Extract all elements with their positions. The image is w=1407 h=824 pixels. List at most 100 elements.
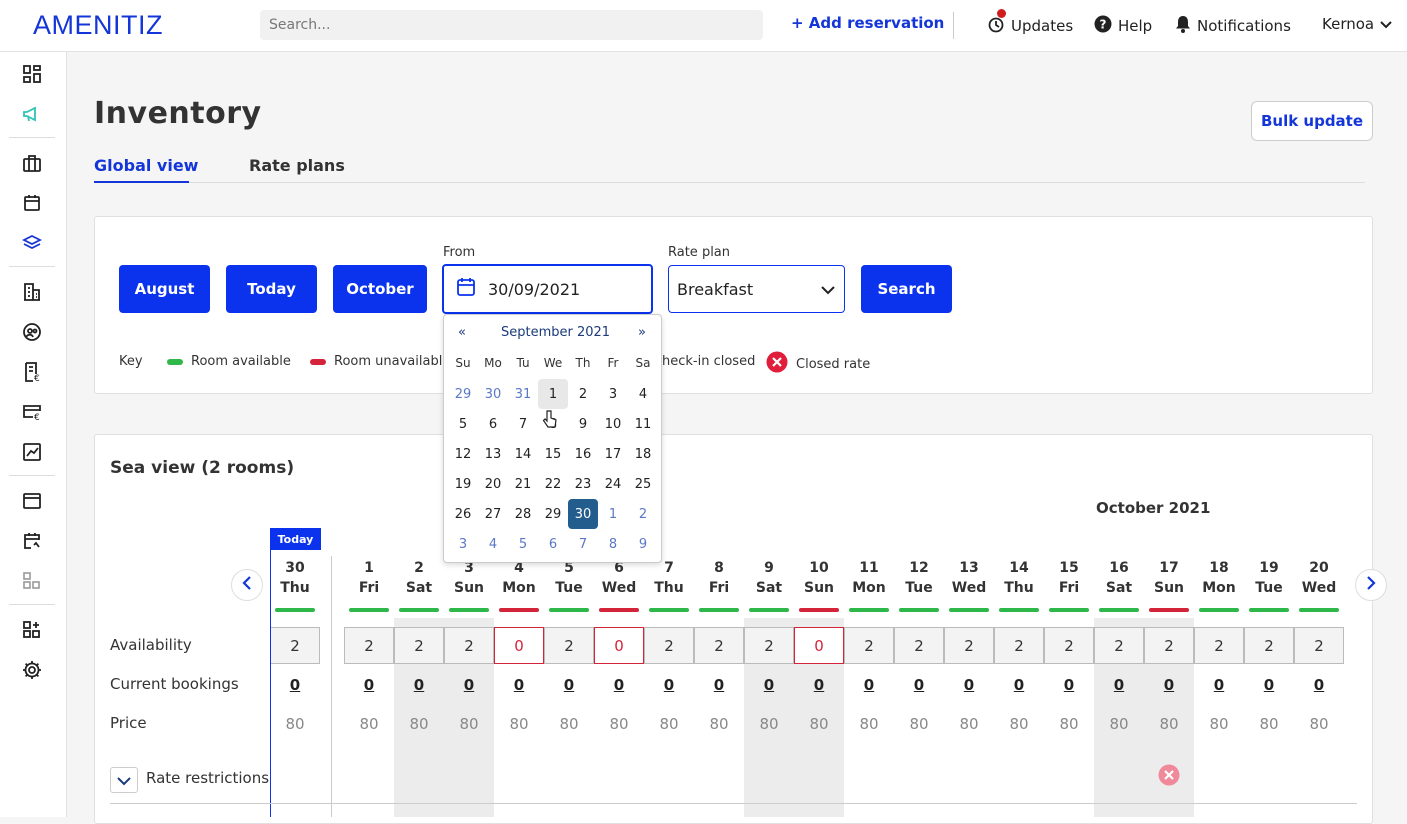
price-cell[interactable]: 80 bbox=[794, 715, 844, 733]
bookings-cell[interactable]: 0 bbox=[1094, 676, 1144, 694]
bookings-cell[interactable]: 0 bbox=[544, 676, 594, 694]
calendar-day[interactable]: 29 bbox=[538, 499, 568, 529]
from-date-field[interactable]: 30/09/2021 bbox=[442, 264, 653, 314]
calendar-day[interactable]: 6 bbox=[538, 529, 568, 559]
availability-cell[interactable]: 2 bbox=[894, 627, 944, 664]
invoice-icon[interactable]: € bbox=[22, 362, 42, 382]
price-cell[interactable]: 80 bbox=[1194, 715, 1244, 733]
building-icon[interactable] bbox=[22, 282, 42, 302]
calendar-day[interactable]: 9 bbox=[568, 409, 598, 439]
prev-month-button[interactable]: « bbox=[458, 325, 466, 340]
price-cell[interactable]: 80 bbox=[1294, 715, 1344, 733]
calendar-day[interactable]: 13 bbox=[478, 439, 508, 469]
calendar-day[interactable]: 30 bbox=[478, 379, 508, 409]
user-menu[interactable]: Kernoa bbox=[1322, 15, 1392, 33]
logo[interactable]: AMENITIZ bbox=[33, 10, 163, 41]
calendar-day[interactable]: 25 bbox=[628, 469, 658, 499]
price-cell[interactable]: 80 bbox=[644, 715, 694, 733]
calendar-day[interactable]: 2 bbox=[568, 379, 598, 409]
search-input[interactable] bbox=[260, 10, 763, 40]
availability-cell[interactable]: 2 bbox=[644, 627, 694, 664]
bookings-cell[interactable]: 0 bbox=[944, 676, 994, 694]
updates-link[interactable]: Updates bbox=[987, 15, 1073, 37]
availability-cell[interactable]: 2 bbox=[1044, 627, 1094, 664]
price-cell[interactable]: 80 bbox=[1094, 715, 1144, 733]
price-cell[interactable]: 80 bbox=[444, 715, 494, 733]
availability-cell[interactable]: 2 bbox=[544, 627, 594, 664]
calendar-day[interactable]: 24 bbox=[598, 469, 628, 499]
bookings-cell[interactable]: 0 bbox=[594, 676, 644, 694]
calendar-sync-icon[interactable] bbox=[22, 531, 42, 551]
bookings-cell[interactable]: 0 bbox=[744, 676, 794, 694]
price-cell[interactable]: 80 bbox=[744, 715, 794, 733]
price-cell[interactable]: 80 bbox=[494, 715, 544, 733]
calendar-day[interactable]: 28 bbox=[508, 499, 538, 529]
bookings-cell[interactable]: 0 bbox=[644, 676, 694, 694]
price-cell[interactable]: 80 bbox=[944, 715, 994, 733]
calendar-day[interactable]: 9 bbox=[628, 529, 658, 559]
bookings-cell[interactable]: 0 bbox=[494, 676, 544, 694]
guests-icon[interactable] bbox=[22, 322, 42, 342]
bookings-cell[interactable]: 0 bbox=[694, 676, 744, 694]
calendar-icon[interactable] bbox=[22, 193, 42, 213]
price-cell[interactable]: 80 bbox=[894, 715, 944, 733]
calendar-day[interactable]: 10 bbox=[598, 409, 628, 439]
chart-icon[interactable] bbox=[22, 442, 42, 462]
bookings-cell[interactable]: 0 bbox=[794, 676, 844, 694]
bookings-cell[interactable]: 0 bbox=[1194, 676, 1244, 694]
rate-plan-select[interactable]: Breakfast bbox=[668, 265, 845, 313]
calendar-day[interactable]: 22 bbox=[538, 469, 568, 499]
availability-cell[interactable]: 2 bbox=[844, 627, 894, 664]
availability-cell[interactable]: 2 bbox=[994, 627, 1044, 664]
layers-icon[interactable] bbox=[22, 233, 42, 253]
calendar-day[interactable]: 4 bbox=[628, 379, 658, 409]
price-cell[interactable]: 80 bbox=[270, 715, 320, 733]
calendar-day[interactable]: 7 bbox=[508, 409, 538, 439]
price-cell[interactable]: 80 bbox=[594, 715, 644, 733]
availability-cell[interactable]: 0 bbox=[594, 627, 644, 664]
calendar-day[interactable]: 8 bbox=[598, 529, 628, 559]
calendar-day[interactable]: 19 bbox=[448, 469, 478, 499]
bookings-cell[interactable]: 0 bbox=[894, 676, 944, 694]
calendar-day[interactable]: 30 bbox=[568, 499, 598, 529]
rate-restrictions-toggle[interactable] bbox=[110, 767, 138, 793]
prev-days-button[interactable] bbox=[231, 569, 263, 601]
availability-cell[interactable]: 2 bbox=[394, 627, 444, 664]
price-cell[interactable]: 80 bbox=[694, 715, 744, 733]
price-cell[interactable]: 80 bbox=[394, 715, 444, 733]
browser-icon[interactable] bbox=[22, 491, 42, 511]
help-link[interactable]: ? Help bbox=[1094, 15, 1152, 37]
suitcase-icon[interactable] bbox=[22, 153, 42, 173]
availability-cell[interactable]: 0 bbox=[794, 627, 844, 664]
calendar-day[interactable]: 5 bbox=[508, 529, 538, 559]
price-cell[interactable]: 80 bbox=[1044, 715, 1094, 733]
search-button[interactable]: Search bbox=[861, 265, 952, 313]
availability-cell[interactable]: 2 bbox=[344, 627, 394, 664]
calendar-day[interactable]: 14 bbox=[508, 439, 538, 469]
availability-cell[interactable]: 2 bbox=[744, 627, 794, 664]
calendar-day[interactable]: 29 bbox=[448, 379, 478, 409]
availability-cell[interactable]: 2 bbox=[270, 627, 320, 664]
price-cell[interactable]: 80 bbox=[1144, 715, 1194, 733]
calendar-day[interactable]: 3 bbox=[448, 529, 478, 559]
availability-cell[interactable]: 2 bbox=[1194, 627, 1244, 664]
calendar-day[interactable]: 6 bbox=[478, 409, 508, 439]
calendar-day[interactable]: 3 bbox=[598, 379, 628, 409]
bookings-cell[interactable]: 0 bbox=[1144, 676, 1194, 694]
tab-global-view[interactable]: Global view bbox=[94, 156, 198, 175]
notifications-link[interactable]: Notifications bbox=[1175, 15, 1291, 37]
calendar-day[interactable]: 12 bbox=[448, 439, 478, 469]
closed-rate-icon[interactable] bbox=[1158, 764, 1180, 790]
availability-cell[interactable]: 2 bbox=[444, 627, 494, 664]
availability-cell[interactable]: 2 bbox=[944, 627, 994, 664]
next-days-button[interactable] bbox=[1355, 569, 1387, 601]
calendar-day[interactable]: 31 bbox=[508, 379, 538, 409]
bookings-cell[interactable]: 0 bbox=[1244, 676, 1294, 694]
calendar-day[interactable]: 16 bbox=[568, 439, 598, 469]
bookings-cell[interactable]: 0 bbox=[844, 676, 894, 694]
calendar-day[interactable]: 20 bbox=[478, 469, 508, 499]
price-cell[interactable]: 80 bbox=[994, 715, 1044, 733]
bookings-cell[interactable]: 0 bbox=[444, 676, 494, 694]
calendar-day[interactable]: 26 bbox=[448, 499, 478, 529]
tab-rate-plans[interactable]: Rate plans bbox=[249, 156, 345, 175]
